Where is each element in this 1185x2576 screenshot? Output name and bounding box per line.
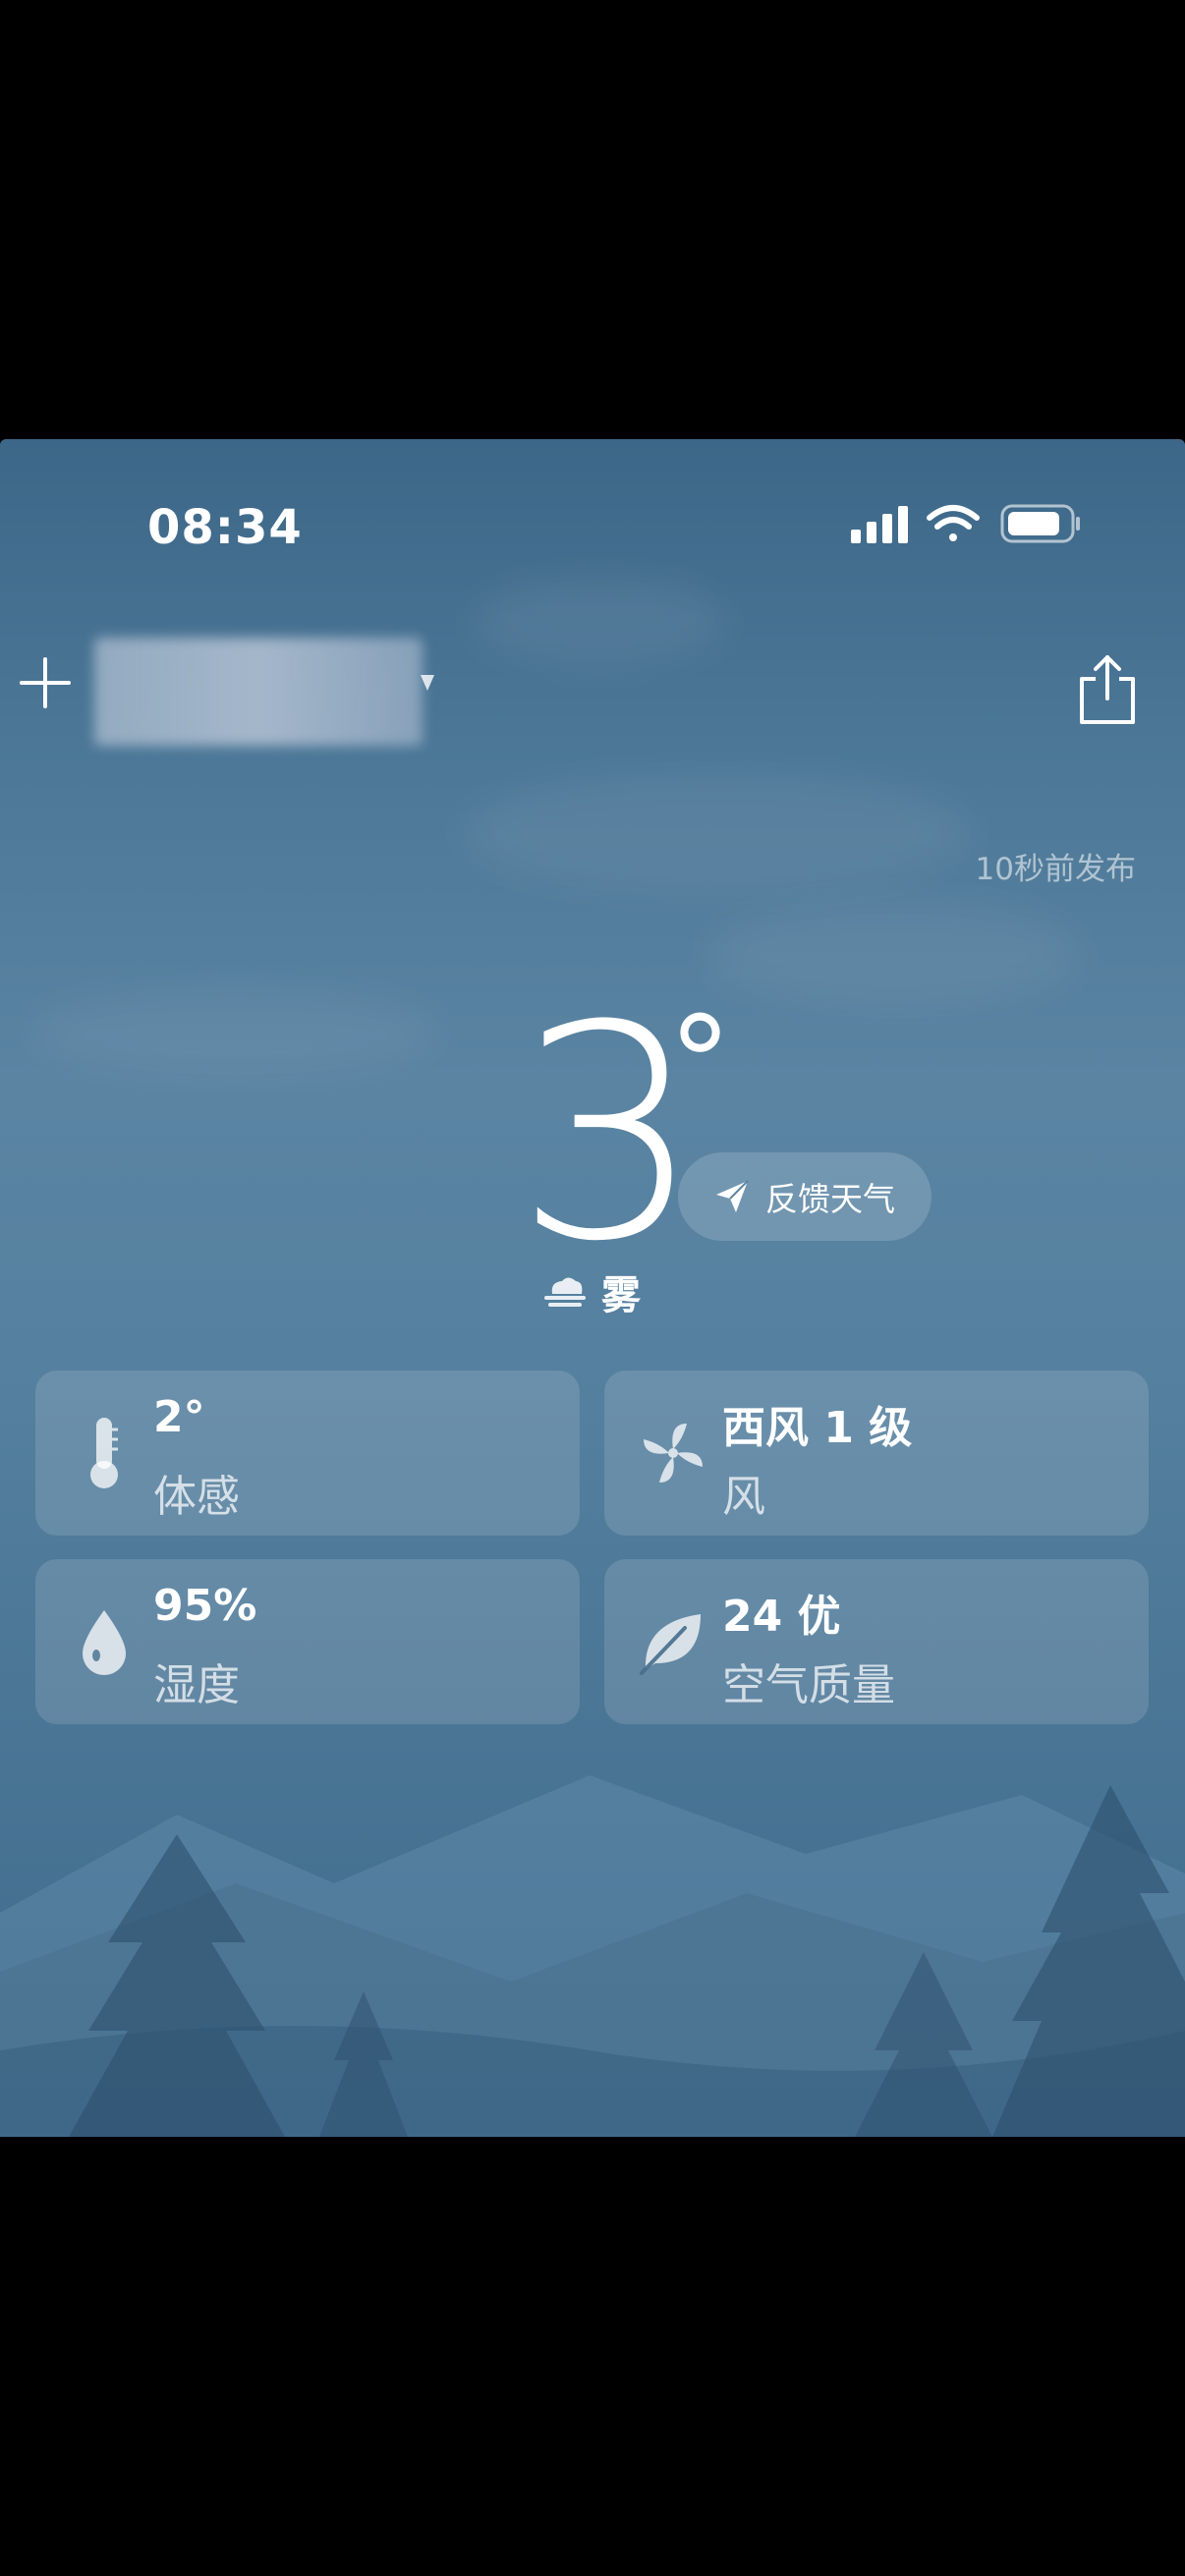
plus-icon <box>20 657 71 708</box>
feels-like-label: 体感 <box>153 1472 240 1522</box>
share-button[interactable] <box>1074 653 1141 726</box>
feels-like-value: 2° <box>153 1392 205 1442</box>
condition-label: 雾 <box>601 1273 641 1318</box>
fan-icon <box>644 1424 703 1483</box>
water-drop-icon <box>83 1610 126 1675</box>
status-time: 08:34 <box>147 500 303 555</box>
feedback-weather-button[interactable]: 反馈天气 <box>678 1152 931 1241</box>
battery-icon <box>1000 504 1080 543</box>
background-cloud <box>707 901 1081 1009</box>
city-name-redacted[interactable] <box>94 638 423 746</box>
add-city-button[interactable] <box>18 655 73 710</box>
weather-condition: 雾 <box>542 1262 641 1321</box>
status-icons <box>845 502 1081 545</box>
wind-card[interactable]: 西风 1 级 风 <box>604 1371 1149 1536</box>
temperature-degree-symbol: ° <box>668 988 732 1138</box>
background-cloud <box>462 773 973 891</box>
wind-value: 西风 1 级 <box>722 1403 913 1453</box>
paper-plane-icon <box>716 1180 749 1212</box>
signal-icon <box>851 506 908 543</box>
feels-like-card[interactable]: 2° 体感 <box>35 1371 580 1536</box>
weather-screen: 08:34 10秒前发布 3 ° 反馈天气 雾 2° 体感 西风 1 级 风 9… <box>0 439 1185 2137</box>
landscape-illustration <box>0 1775 1185 2137</box>
background-cloud <box>29 989 442 1078</box>
humidity-label: 湿度 <box>153 1660 240 1710</box>
humidity-card[interactable]: 95% 湿度 <box>35 1559 580 1724</box>
share-icon <box>1080 655 1135 724</box>
humidity-value: 95% <box>153 1581 257 1631</box>
thermometer-icon <box>90 1418 118 1488</box>
fog-icon <box>544 1277 586 1307</box>
air-quality-label: 空气质量 <box>722 1660 895 1710</box>
wind-label: 风 <box>722 1472 765 1522</box>
city-dropdown-caret[interactable] <box>417 671 438 693</box>
leaf-icon <box>640 1614 701 1675</box>
current-temperature: 3 <box>515 963 703 1306</box>
air-quality-card[interactable]: 24 优 空气质量 <box>604 1559 1149 1724</box>
feedback-label: 反馈天气 <box>765 1180 895 1218</box>
background-cloud <box>472 577 727 665</box>
publish-time: 10秒前发布 <box>975 852 1136 887</box>
air-quality-value: 24 优 <box>722 1592 841 1642</box>
wifi-icon <box>927 505 980 541</box>
chevron-down-icon <box>421 675 434 691</box>
